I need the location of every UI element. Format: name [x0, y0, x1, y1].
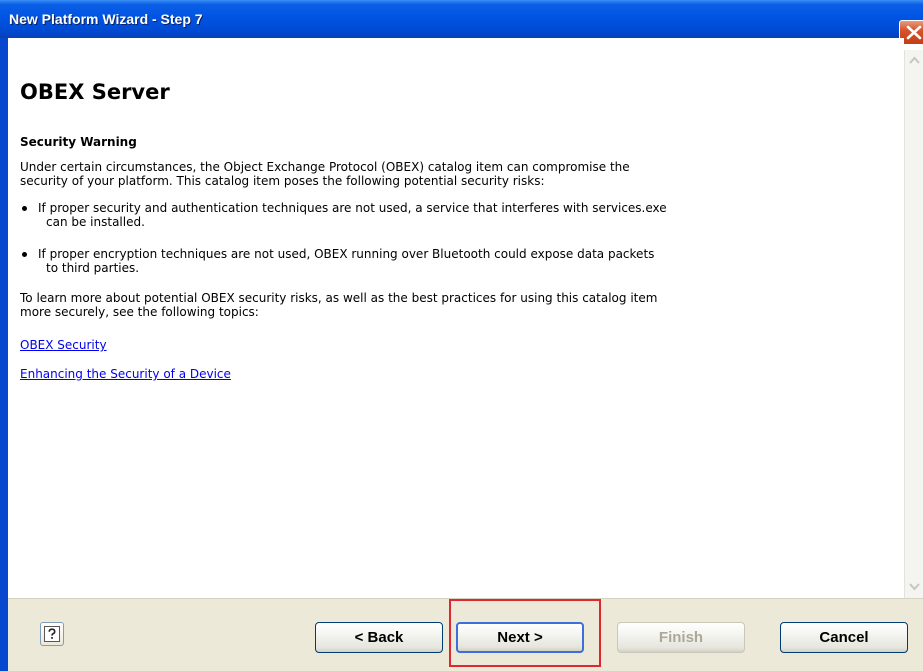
help-icon — [44, 626, 60, 642]
learn-more-text-line-2: more securely, see the following topics: — [20, 305, 259, 319]
bullet-item-2-line-2: to third parties. — [46, 261, 140, 275]
window-title: New Platform Wizard - Step 7 — [9, 11, 203, 27]
vertical-scrollbar[interactable] — [904, 50, 923, 598]
back-button[interactable]: < Back — [315, 622, 443, 653]
close-icon — [906, 25, 922, 40]
intro-text-line-2: security of your platform. This catalog … — [20, 174, 545, 188]
bullet-item-1-line-2: can be installed. — [46, 215, 145, 229]
wizard-content: OBEX Server Security Warning Under certa… — [8, 38, 904, 598]
intro-text-line-1: Under certain circumstances, the Object … — [20, 160, 630, 174]
scroll-up-button[interactable] — [906, 52, 923, 69]
bullet-item-1-line-1: If proper security and authentication te… — [38, 201, 667, 215]
finish-button[interactable]: Finish — [617, 622, 745, 653]
obex-security-link[interactable]: OBEX Security — [20, 338, 107, 352]
chevron-down-icon — [909, 583, 920, 591]
help-button[interactable] — [40, 622, 64, 646]
chevron-up-icon — [909, 56, 920, 64]
section-heading: Security Warning — [20, 135, 137, 149]
learn-more-text-line-1: To learn more about potential OBEX secur… — [20, 291, 658, 305]
bullet-icon — [22, 206, 27, 211]
enhancing-device-security-link[interactable]: Enhancing the Security of a Device — [20, 367, 231, 381]
bullet-item-1: If proper security and authentication te… — [38, 201, 667, 229]
bullet-icon — [22, 252, 27, 257]
scroll-down-button[interactable] — [906, 578, 923, 595]
cancel-button[interactable]: Cancel — [780, 622, 908, 653]
bullet-item-2: If proper encryption techniques are not … — [38, 247, 654, 275]
window-frame-left — [0, 38, 8, 671]
next-button[interactable]: Next > — [456, 622, 584, 653]
bullet-item-2-line-1: If proper encryption techniques are not … — [38, 247, 655, 261]
title-bar: New Platform Wizard - Step 7 — [0, 0, 923, 45]
page-title: OBEX Server — [20, 80, 170, 104]
